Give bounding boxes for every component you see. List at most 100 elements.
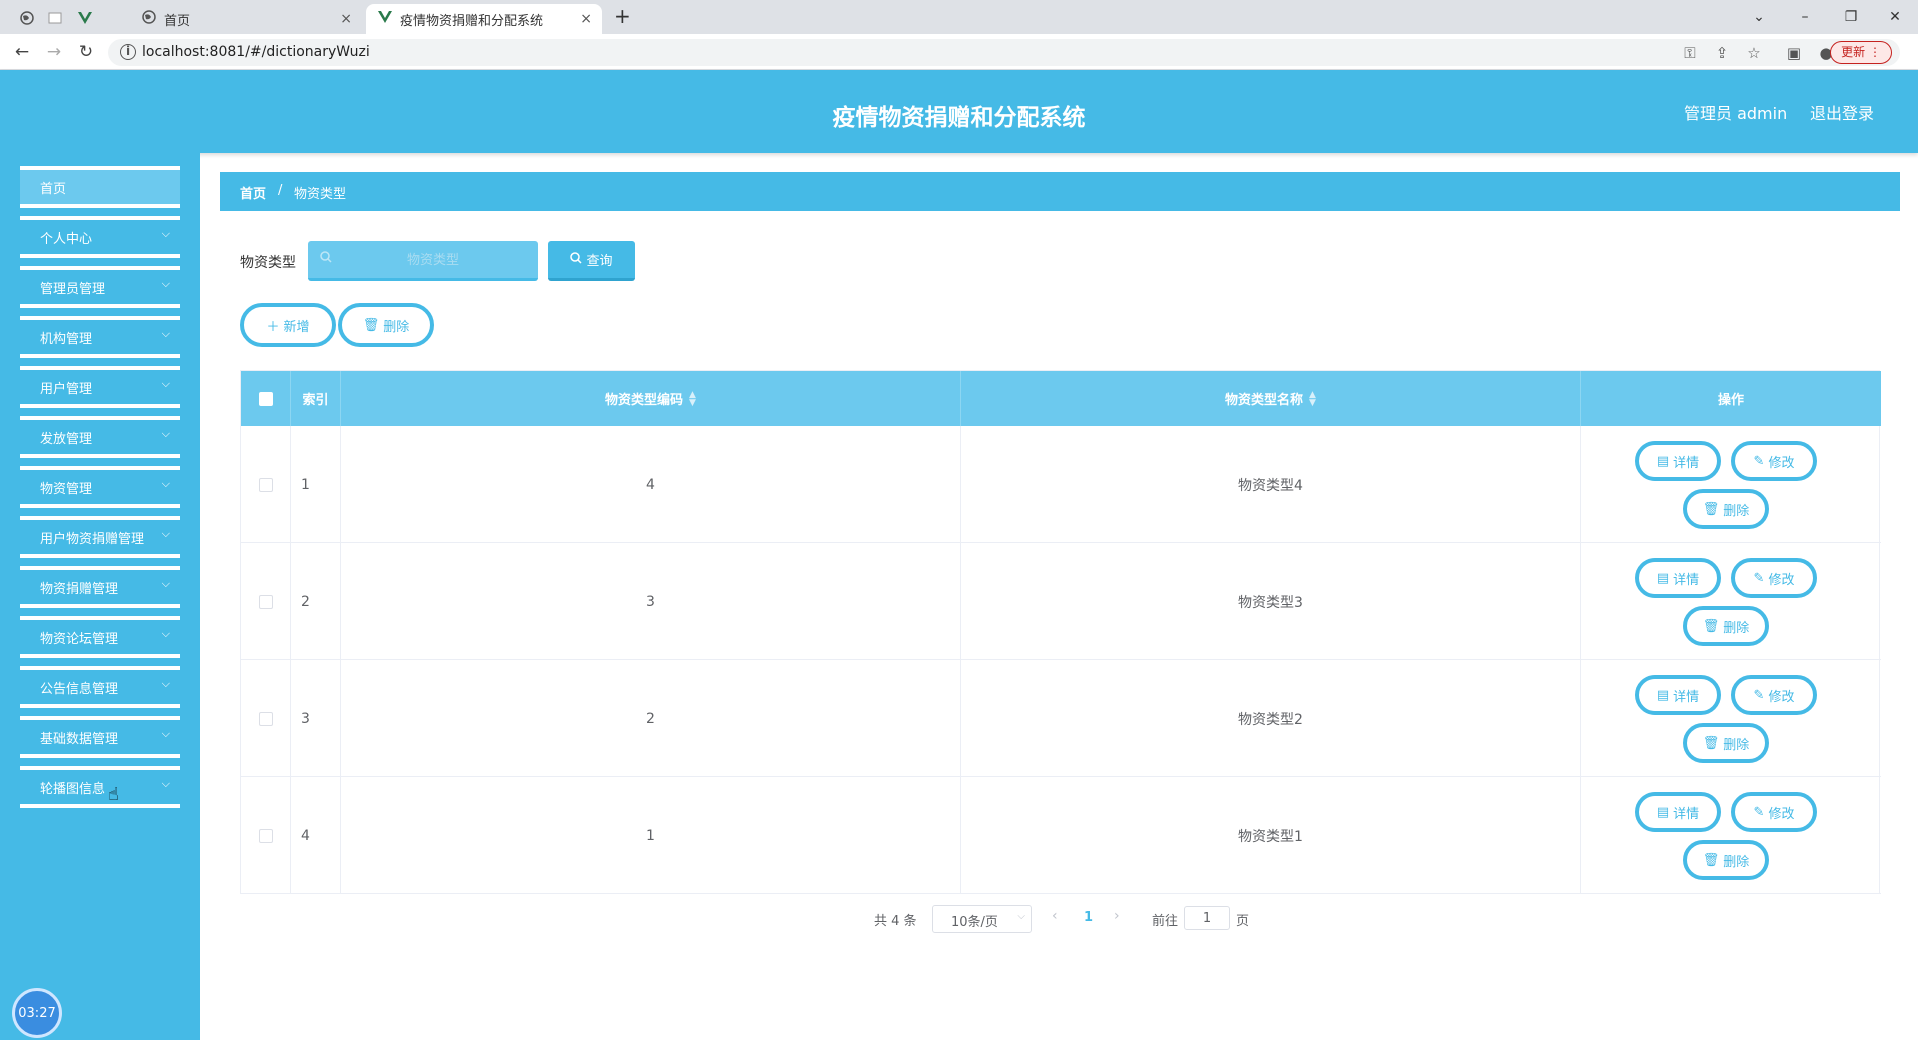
table-row: 2 3 物资类型3 ▤ 详情 ✎ 修改 🗑 删除 [241, 543, 1881, 660]
sidebar-item-user-management[interactable]: 用户管理 ⌵ [20, 366, 180, 408]
minimize-button[interactable]: – [1782, 0, 1828, 34]
detail-button[interactable]: ▤ 详情 [1635, 792, 1721, 832]
row-delete-button[interactable]: 🗑 删除 [1683, 840, 1769, 880]
delete-label: 删除 [1723, 854, 1750, 870]
info-icon[interactable]: i [120, 44, 136, 60]
sidebar-item-donation-management[interactable]: 物资捐赠管理 ⌵ [20, 566, 180, 608]
detail-button[interactable]: ▤ 详情 [1635, 441, 1721, 481]
row-name: 物资类型3 [961, 543, 1581, 660]
row-code: 2 [341, 660, 961, 777]
document-icon: ▤ [1656, 570, 1670, 586]
sidebar-item-notice-management[interactable]: 公告信息管理 ⌵ [20, 666, 180, 708]
page-size-select[interactable]: 10条/页 ⌵ [932, 905, 1032, 933]
detail-label: 详情 [1673, 689, 1700, 705]
sidebar-item-distribution-management[interactable]: 发放管理 ⌵ [20, 416, 180, 458]
detail-label: 详情 [1673, 806, 1700, 822]
detail-button[interactable]: ▤ 详情 [1635, 675, 1721, 715]
row-checkbox[interactable] [241, 777, 291, 894]
row-delete-button[interactable]: 🗑 删除 [1683, 723, 1769, 763]
sidebar-panel-icon[interactable]: ▣ [1784, 43, 1804, 63]
restore-button[interactable]: ❐ [1828, 0, 1874, 34]
url-text: localhost:8081/#/dictionaryWuzi [142, 44, 370, 60]
sidebar: 首页 个人中心 ⌵ 管理员管理 ⌵ 机构管理 ⌵ 用户管理 ⌵ 发放管理 ⌵ 物… [0, 153, 200, 1040]
sidebar-item-basic-data-management[interactable]: 基础数据管理 ⌵ [20, 716, 180, 758]
prev-page-icon[interactable]: ‹ [1052, 908, 1058, 924]
update-button[interactable]: 更新 ⋮ [1830, 41, 1892, 64]
logout-button[interactable]: 退出登录 [1810, 100, 1874, 124]
browser-tab-home[interactable]: 首页 × [130, 4, 362, 34]
sidebar-item-supplies-management[interactable]: 物资管理 ⌵ [20, 466, 180, 508]
table-row: 4 1 物资类型1 ▤ 详情 ✎ 修改 🗑 删除 [241, 777, 1881, 894]
breadcrumb: 首页 / 物资类型 [220, 172, 1900, 211]
search-input[interactable] [338, 248, 528, 272]
app-header: 疫情物资捐赠和分配系统 管理员 admin 退出登录 [0, 70, 1918, 153]
delete-button[interactable]: 🗑 删除 [338, 303, 434, 347]
page-number[interactable]: 1 [1084, 910, 1093, 925]
chevron-down-icon: ⌵ [161, 477, 170, 490]
detail-button[interactable]: ▤ 详情 [1635, 558, 1721, 598]
pagination-total: 共 4 条 [874, 914, 917, 929]
row-checkbox[interactable] [241, 543, 291, 660]
column-header-name[interactable]: 物资类型名称 ▲ ▼ [961, 371, 1581, 426]
sidebar-item-user-donation-management[interactable]: 用户物资捐赠管理 ⌵ [20, 516, 180, 558]
edit-button[interactable]: ✎ 修改 [1731, 792, 1817, 832]
table-header: 索引 物资类型编码 ▲ ▼ 物资类型名称 ▲ ▼ 操作 [241, 371, 1881, 426]
clock-widget: 03:27 [12, 988, 62, 1038]
back-arrow-icon[interactable]: ← [10, 40, 34, 64]
row-checkbox[interactable] [241, 660, 291, 777]
sidebar-item-home[interactable]: 首页 [20, 166, 180, 208]
goto-page-input[interactable] [1184, 906, 1230, 930]
sidebar-item-org-management[interactable]: 机构管理 ⌵ [20, 316, 180, 358]
delete-label: 删除 [1723, 737, 1750, 753]
vue-logo-icon[interactable] [74, 7, 96, 29]
hand-cursor-icon: ☝ [108, 784, 119, 805]
search-field[interactable] [308, 241, 538, 281]
row-checkbox[interactable] [241, 426, 291, 543]
edit-button[interactable]: ✎ 修改 [1731, 441, 1817, 481]
chevron-down-icon: ⌵ [161, 627, 170, 640]
trash-icon: 🗑 [1702, 852, 1720, 868]
app-title: 疫情物资捐赠和分配系统 [832, 105, 1086, 131]
breadcrumb-home[interactable]: 首页 [240, 183, 266, 202]
select-all-checkbox[interactable] [241, 371, 291, 426]
detail-label: 详情 [1673, 572, 1700, 588]
pencil-icon: ✎ [1753, 570, 1765, 586]
close-icon[interactable]: × [580, 11, 592, 27]
sidebar-item-forum-management[interactable]: 物资论坛管理 ⌵ [20, 616, 180, 658]
add-button[interactable]: ＋ 新增 [240, 303, 336, 347]
edit-button[interactable]: ✎ 修改 [1731, 675, 1817, 715]
globe-icon[interactable] [16, 7, 38, 29]
chevron-down-icon: ⌵ [1017, 911, 1025, 922]
sidebar-item-carousel-info[interactable]: 轮播图信息 ⌵ [20, 766, 180, 808]
column-header-code[interactable]: 物资类型编码 ▲ ▼ [341, 371, 961, 426]
chevron-down-icon: ⌵ [161, 327, 170, 340]
new-tab-button[interactable]: + [614, 4, 631, 28]
row-index: 2 [291, 543, 341, 660]
breadcrumb-current: 物资类型 [294, 187, 347, 202]
current-user: 管理员 admin [1684, 104, 1788, 123]
browser-tab-active[interactable]: 疫情物资捐赠和分配系统 × [366, 4, 602, 34]
forward-arrow-icon[interactable]: → [42, 40, 66, 64]
url-field[interactable]: i localhost:8081/#/dictionaryWuzi ⚿ ⇪ ☆ … [108, 39, 1900, 66]
column-header-label: 物资类型编码 [605, 393, 684, 408]
blank-page-icon[interactable] [44, 7, 66, 29]
sort-icon[interactable]: ▲ ▼ [1309, 390, 1316, 407]
close-window-button[interactable]: ✕ [1872, 0, 1918, 34]
sidebar-item-admin-management[interactable]: 管理员管理 ⌵ [20, 266, 180, 308]
tab-title: 首页 [164, 13, 191, 29]
share-icon[interactable]: ⇪ [1712, 43, 1732, 63]
sort-icon[interactable]: ▲ ▼ [689, 390, 696, 407]
edit-button[interactable]: ✎ 修改 [1731, 558, 1817, 598]
next-page-icon[interactable]: › [1114, 908, 1120, 924]
sidebar-item-label: 机构管理 [40, 332, 93, 347]
key-icon[interactable]: ⚿ [1680, 43, 1700, 63]
chevron-down-icon[interactable]: ⌄ [1736, 0, 1782, 34]
row-delete-button[interactable]: 🗑 删除 [1683, 489, 1769, 529]
star-icon[interactable]: ☆ [1744, 43, 1764, 63]
close-icon[interactable]: × [340, 11, 352, 27]
row-delete-button[interactable]: 🗑 删除 [1683, 606, 1769, 646]
query-button[interactable]: 查询 [548, 241, 635, 281]
sidebar-item-personal-center[interactable]: 个人中心 ⌵ [20, 216, 180, 258]
document-icon: ▤ [1656, 687, 1670, 703]
reload-icon[interactable]: ↻ [74, 40, 98, 64]
